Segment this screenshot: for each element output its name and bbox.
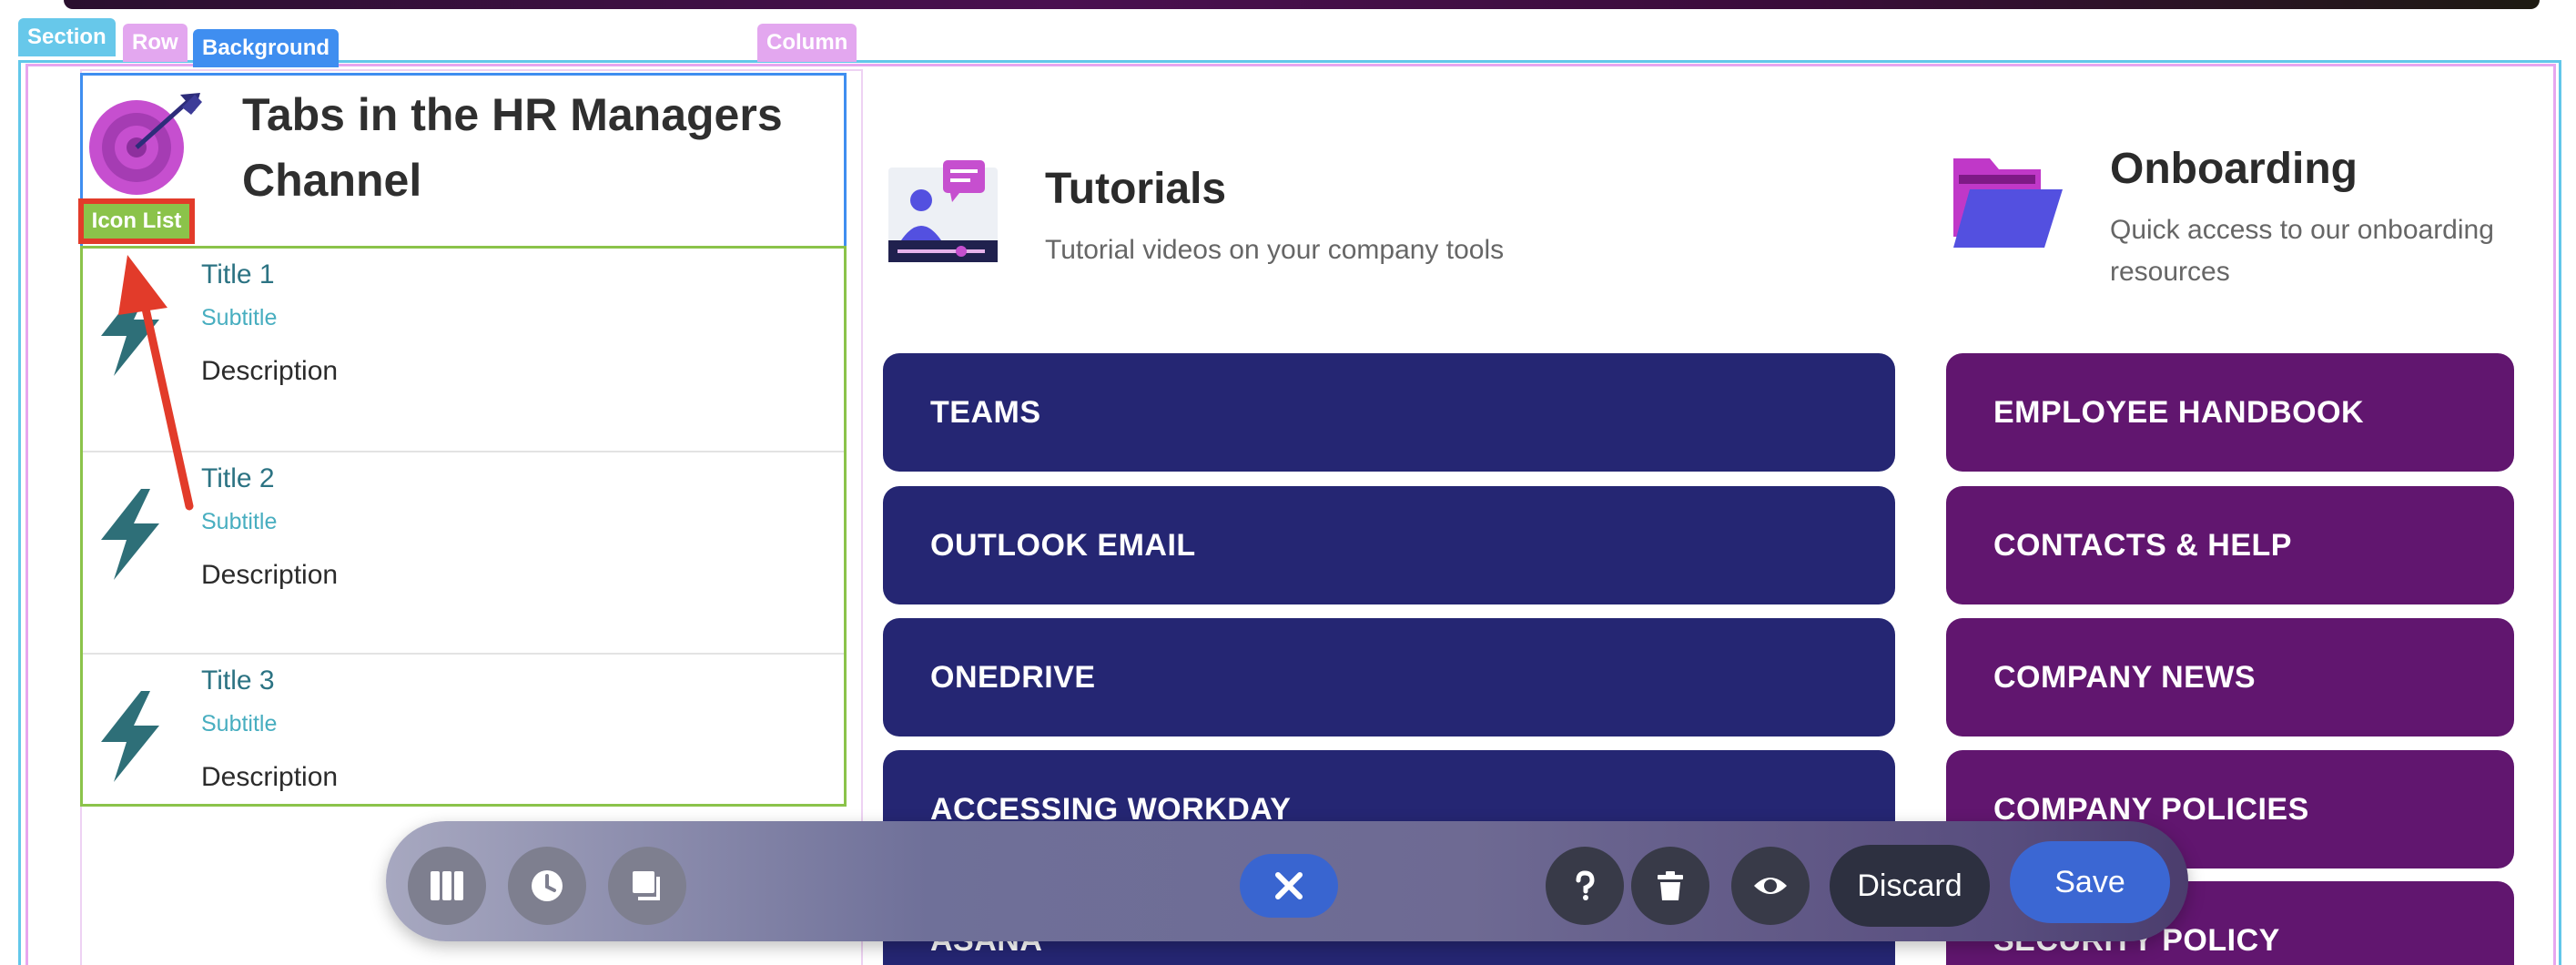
layers-icon — [633, 871, 660, 900]
target-arrow-icon — [89, 93, 202, 195]
row-tag[interactable]: Row — [123, 24, 188, 62]
question-icon — [1576, 870, 1595, 900]
page-title: Tabs in the HR Managers Channel — [242, 89, 783, 206]
item-description: Description — [201, 762, 339, 792]
builder-toolbar: Discard Save — [386, 821, 2188, 941]
eye-icon — [1754, 878, 1787, 894]
item-title: Title 3 — [201, 665, 275, 696]
close-button[interactable] — [1240, 854, 1338, 918]
contacts-help-button[interactable]: CONTACTS & HELP — [1946, 486, 2514, 604]
item-title: Title 1 — [201, 259, 275, 290]
preview-button[interactable] — [1731, 847, 1810, 925]
item-subtitle: Subtitle — [201, 509, 278, 534]
item-description: Description — [201, 356, 339, 386]
item-subtitle: Subtitle — [201, 711, 278, 736]
list-item[interactable]: Title 1 Subtitle Description — [83, 249, 844, 451]
company-news-button[interactable]: COMPANY NEWS — [1946, 618, 2514, 736]
section-tag[interactable]: Section — [18, 18, 116, 56]
lightning-bolt-icon — [101, 285, 159, 376]
trash-icon — [1658, 871, 1683, 900]
column-tag[interactable]: Column — [757, 24, 857, 62]
item-title: Title 2 — [201, 463, 275, 493]
item-subtitle: Subtitle — [201, 305, 278, 330]
list-item[interactable]: Title 2 Subtitle Description — [83, 451, 844, 653]
icon-list-module[interactable]: Title 1 Subtitle Description Title 2 Sub… — [80, 246, 847, 807]
background-tag[interactable]: Background — [193, 29, 340, 67]
icon-list-tag[interactable]: Icon List — [78, 198, 195, 244]
item-description: Description — [201, 560, 339, 590]
video-tutorial-icon — [888, 160, 998, 262]
tutorials-subtitle: Tutorial videos on your company tools — [1045, 235, 1505, 265]
columns-icon — [431, 871, 463, 900]
onedrive-button[interactable]: ONEDRIVE — [883, 618, 1895, 736]
clock-icon — [532, 870, 563, 901]
top-banner-strip — [64, 0, 2540, 9]
help-button[interactable] — [1546, 847, 1624, 925]
lightning-bolt-icon — [101, 691, 159, 782]
tutorials-title: Tutorials — [1045, 165, 1227, 213]
save-button[interactable]: Save — [2010, 841, 2170, 923]
folder-icon — [1953, 158, 2063, 248]
employee-handbook-button[interactable]: EMPLOYEE HANDBOOK — [1946, 353, 2514, 472]
lightning-bolt-icon — [101, 489, 159, 580]
layers-button[interactable] — [608, 847, 686, 925]
onboarding-subtitle: Quick access to our onboarding resources — [2110, 215, 2494, 287]
onboarding-title: Onboarding — [2110, 145, 2358, 193]
history-button[interactable] — [508, 847, 586, 925]
discard-button[interactable]: Discard — [1830, 845, 1990, 927]
close-icon — [1275, 872, 1303, 899]
columns-button[interactable] — [408, 847, 486, 925]
delete-button[interactable] — [1631, 847, 1709, 925]
teams-button[interactable]: TEAMS — [883, 353, 1895, 472]
outlook-email-button[interactable]: OUTLOOK EMAIL — [883, 486, 1895, 604]
